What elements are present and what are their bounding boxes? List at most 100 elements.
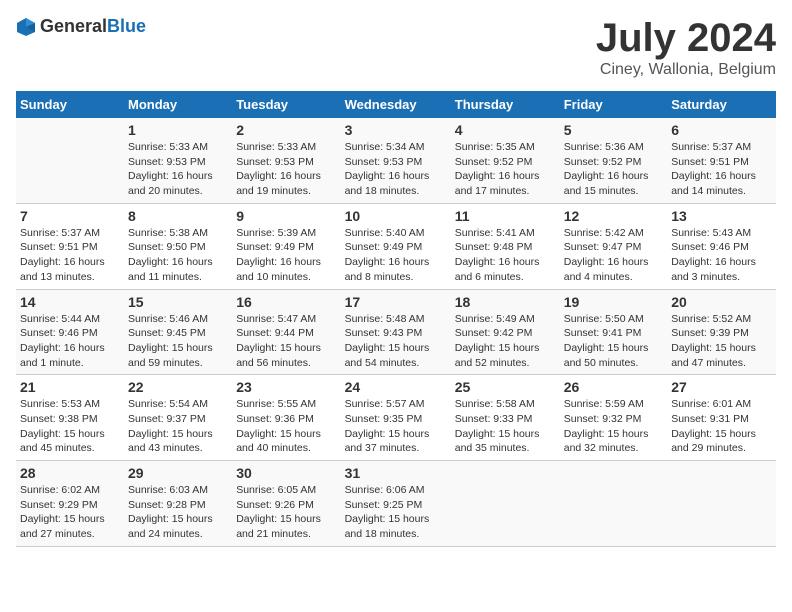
day-info: Sunrise: 5:47 AMSunset: 9:44 PMDaylight:… <box>236 312 336 371</box>
day-number: 31 <box>345 465 447 481</box>
day-info: Sunrise: 6:01 AMSunset: 9:31 PMDaylight:… <box>671 397 772 456</box>
day-cell: 3 Sunrise: 5:34 AMSunset: 9:53 PMDayligh… <box>341 118 451 203</box>
day-info: Sunrise: 5:42 AMSunset: 9:47 PMDaylight:… <box>564 226 663 285</box>
day-number: 21 <box>20 379 120 395</box>
day-info: Sunrise: 5:33 AMSunset: 9:53 PMDaylight:… <box>236 140 336 199</box>
day-cell: 20 Sunrise: 5:52 AMSunset: 9:39 PMDaylig… <box>667 289 776 375</box>
week-row-1: 1 Sunrise: 5:33 AMSunset: 9:53 PMDayligh… <box>16 118 776 203</box>
day-info: Sunrise: 5:39 AMSunset: 9:49 PMDaylight:… <box>236 226 336 285</box>
day-cell <box>667 461 776 547</box>
day-cell <box>16 118 124 203</box>
day-cell: 24 Sunrise: 5:57 AMSunset: 9:35 PMDaylig… <box>341 375 451 461</box>
day-info: Sunrise: 5:49 AMSunset: 9:42 PMDaylight:… <box>455 312 556 371</box>
header-thursday: Thursday <box>451 91 560 118</box>
day-info: Sunrise: 6:06 AMSunset: 9:25 PMDaylight:… <box>345 483 447 542</box>
day-cell: 22 Sunrise: 5:54 AMSunset: 9:37 PMDaylig… <box>124 375 232 461</box>
day-info: Sunrise: 5:59 AMSunset: 9:32 PMDaylight:… <box>564 397 663 456</box>
day-info: Sunrise: 5:58 AMSunset: 9:33 PMDaylight:… <box>455 397 556 456</box>
day-cell: 13 Sunrise: 5:43 AMSunset: 9:46 PMDaylig… <box>667 203 776 289</box>
day-info: Sunrise: 6:05 AMSunset: 9:26 PMDaylight:… <box>236 483 336 542</box>
day-cell: 7 Sunrise: 5:37 AMSunset: 9:51 PMDayligh… <box>16 203 124 289</box>
logo-icon <box>16 17 36 37</box>
day-number: 22 <box>128 379 228 395</box>
day-number: 5 <box>564 122 663 138</box>
day-cell: 23 Sunrise: 5:55 AMSunset: 9:36 PMDaylig… <box>232 375 340 461</box>
day-info: Sunrise: 5:35 AMSunset: 9:52 PMDaylight:… <box>455 140 556 199</box>
logo-text-blue: Blue <box>107 16 146 36</box>
day-number: 3 <box>345 122 447 138</box>
day-info: Sunrise: 5:55 AMSunset: 9:36 PMDaylight:… <box>236 397 336 456</box>
day-number: 20 <box>671 294 772 310</box>
day-number: 4 <box>455 122 556 138</box>
header-wednesday: Wednesday <box>341 91 451 118</box>
day-cell: 10 Sunrise: 5:40 AMSunset: 9:49 PMDaylig… <box>341 203 451 289</box>
day-cell: 11 Sunrise: 5:41 AMSunset: 9:48 PMDaylig… <box>451 203 560 289</box>
week-row-5: 28 Sunrise: 6:02 AMSunset: 9:29 PMDaylig… <box>16 461 776 547</box>
day-cell: 6 Sunrise: 5:37 AMSunset: 9:51 PMDayligh… <box>667 118 776 203</box>
day-info: Sunrise: 6:03 AMSunset: 9:28 PMDaylight:… <box>128 483 228 542</box>
day-number: 12 <box>564 208 663 224</box>
day-number: 8 <box>128 208 228 224</box>
subtitle: Ciney, Wallonia, Belgium <box>596 61 776 79</box>
day-cell: 5 Sunrise: 5:36 AMSunset: 9:52 PMDayligh… <box>560 118 667 203</box>
day-info: Sunrise: 5:44 AMSunset: 9:46 PMDaylight:… <box>20 312 120 371</box>
day-number: 10 <box>345 208 447 224</box>
logo-text-general: General <box>40 16 107 36</box>
header-saturday: Saturday <box>667 91 776 118</box>
week-row-2: 7 Sunrise: 5:37 AMSunset: 9:51 PMDayligh… <box>16 203 776 289</box>
day-number: 17 <box>345 294 447 310</box>
day-number: 16 <box>236 294 336 310</box>
day-cell: 8 Sunrise: 5:38 AMSunset: 9:50 PMDayligh… <box>124 203 232 289</box>
day-number: 6 <box>671 122 772 138</box>
day-info: Sunrise: 5:54 AMSunset: 9:37 PMDaylight:… <box>128 397 228 456</box>
header-monday: Monday <box>124 91 232 118</box>
day-info: Sunrise: 5:43 AMSunset: 9:46 PMDaylight:… <box>671 226 772 285</box>
day-info: Sunrise: 5:36 AMSunset: 9:52 PMDaylight:… <box>564 140 663 199</box>
day-cell: 2 Sunrise: 5:33 AMSunset: 9:53 PMDayligh… <box>232 118 340 203</box>
day-info: Sunrise: 5:53 AMSunset: 9:38 PMDaylight:… <box>20 397 120 456</box>
day-number: 11 <box>455 208 556 224</box>
day-cell <box>560 461 667 547</box>
day-info: Sunrise: 5:34 AMSunset: 9:53 PMDaylight:… <box>345 140 447 199</box>
day-info: Sunrise: 5:37 AMSunset: 9:51 PMDaylight:… <box>671 140 772 199</box>
day-number: 24 <box>345 379 447 395</box>
day-number: 1 <box>128 122 228 138</box>
day-cell: 15 Sunrise: 5:46 AMSunset: 9:45 PMDaylig… <box>124 289 232 375</box>
day-info: Sunrise: 5:41 AMSunset: 9:48 PMDaylight:… <box>455 226 556 285</box>
day-cell: 16 Sunrise: 5:47 AMSunset: 9:44 PMDaylig… <box>232 289 340 375</box>
day-number: 18 <box>455 294 556 310</box>
day-number: 2 <box>236 122 336 138</box>
day-cell: 9 Sunrise: 5:39 AMSunset: 9:49 PMDayligh… <box>232 203 340 289</box>
logo: GeneralBlue <box>16 16 146 37</box>
day-number: 9 <box>236 208 336 224</box>
day-number: 25 <box>455 379 556 395</box>
day-number: 28 <box>20 465 120 481</box>
day-number: 26 <box>564 379 663 395</box>
day-cell: 4 Sunrise: 5:35 AMSunset: 9:52 PMDayligh… <box>451 118 560 203</box>
calendar-table: Sunday Monday Tuesday Wednesday Thursday… <box>16 91 776 547</box>
day-cell: 18 Sunrise: 5:49 AMSunset: 9:42 PMDaylig… <box>451 289 560 375</box>
day-info: Sunrise: 5:52 AMSunset: 9:39 PMDaylight:… <box>671 312 772 371</box>
day-number: 14 <box>20 294 120 310</box>
week-row-4: 21 Sunrise: 5:53 AMSunset: 9:38 PMDaylig… <box>16 375 776 461</box>
day-info: Sunrise: 5:46 AMSunset: 9:45 PMDaylight:… <box>128 312 228 371</box>
header-friday: Friday <box>560 91 667 118</box>
day-cell: 29 Sunrise: 6:03 AMSunset: 9:28 PMDaylig… <box>124 461 232 547</box>
day-cell: 21 Sunrise: 5:53 AMSunset: 9:38 PMDaylig… <box>16 375 124 461</box>
day-number: 19 <box>564 294 663 310</box>
day-info: Sunrise: 5:38 AMSunset: 9:50 PMDaylight:… <box>128 226 228 285</box>
week-row-3: 14 Sunrise: 5:44 AMSunset: 9:46 PMDaylig… <box>16 289 776 375</box>
day-cell: 19 Sunrise: 5:50 AMSunset: 9:41 PMDaylig… <box>560 289 667 375</box>
page-header: GeneralBlue July 2024 Ciney, Wallonia, B… <box>16 16 776 79</box>
day-info: Sunrise: 6:02 AMSunset: 9:29 PMDaylight:… <box>20 483 120 542</box>
day-info: Sunrise: 5:57 AMSunset: 9:35 PMDaylight:… <box>345 397 447 456</box>
day-number: 7 <box>20 208 120 224</box>
day-info: Sunrise: 5:48 AMSunset: 9:43 PMDaylight:… <box>345 312 447 371</box>
day-number: 27 <box>671 379 772 395</box>
day-cell <box>451 461 560 547</box>
day-cell: 17 Sunrise: 5:48 AMSunset: 9:43 PMDaylig… <box>341 289 451 375</box>
day-cell: 26 Sunrise: 5:59 AMSunset: 9:32 PMDaylig… <box>560 375 667 461</box>
day-cell: 14 Sunrise: 5:44 AMSunset: 9:46 PMDaylig… <box>16 289 124 375</box>
day-cell: 25 Sunrise: 5:58 AMSunset: 9:33 PMDaylig… <box>451 375 560 461</box>
day-number: 30 <box>236 465 336 481</box>
